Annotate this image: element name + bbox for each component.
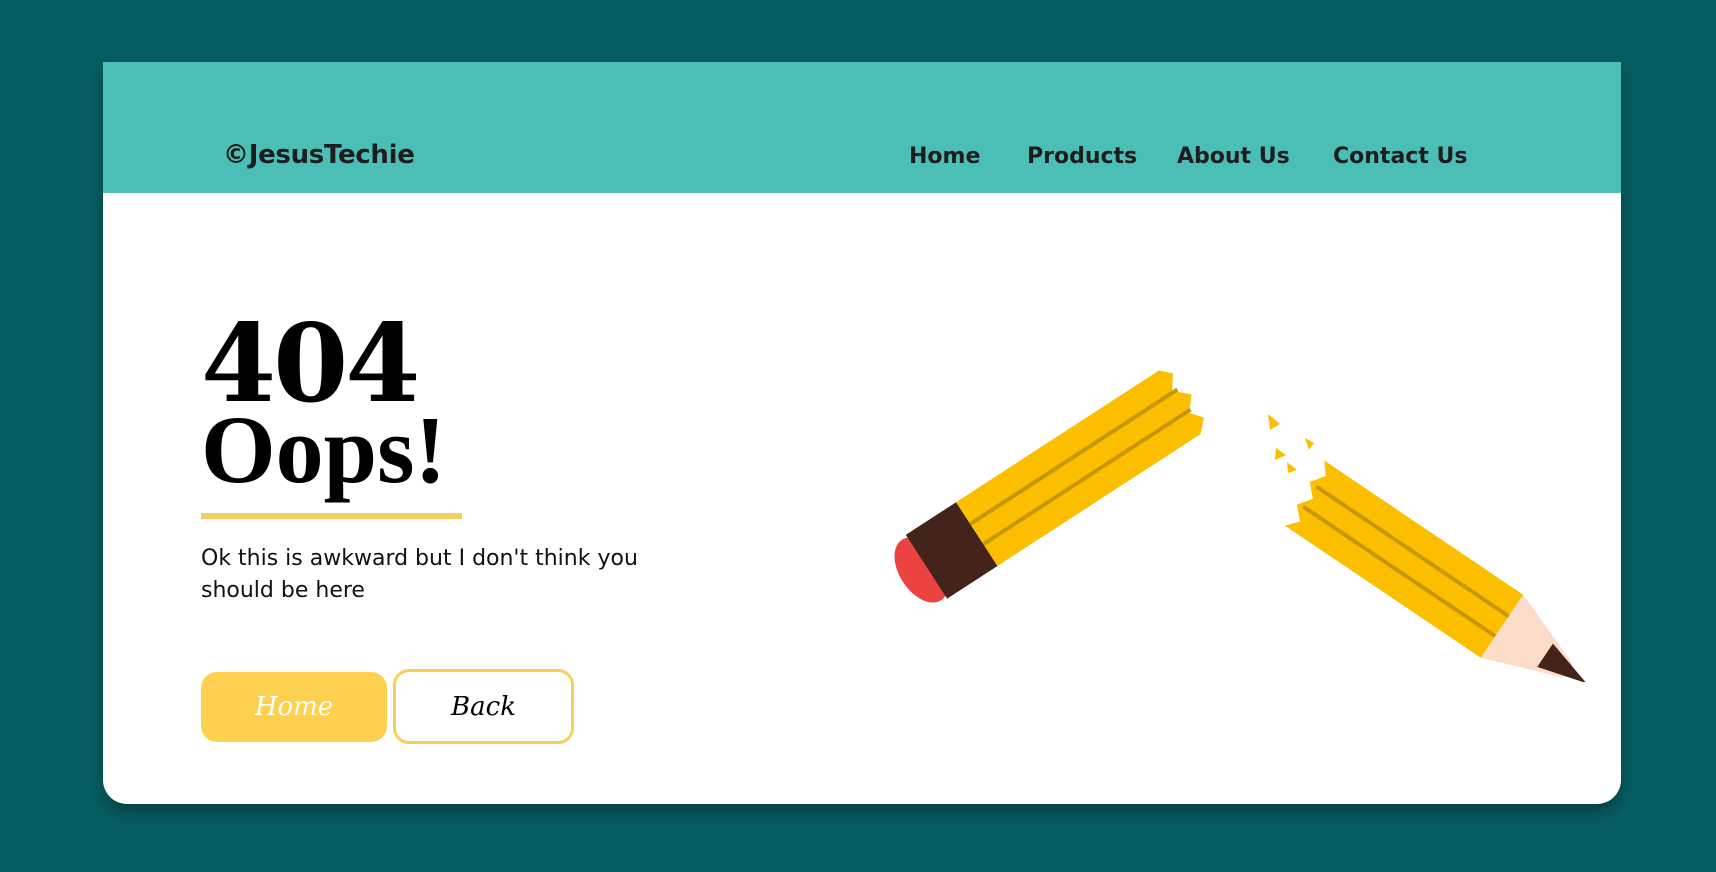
pencil-shards-icon	[1268, 414, 1314, 473]
nav-link-contact-us[interactable]: Contact Us	[1333, 144, 1467, 169]
nav-link-home[interactable]: Home	[909, 144, 980, 169]
error-card: ©JesusTechie Home Products About Us Cont…	[103, 62, 1621, 804]
back-button[interactable]: Back	[393, 669, 574, 744]
headline-underline	[201, 513, 462, 519]
pencil-right-half-icon	[1285, 460, 1587, 682]
nav-link-about-us[interactable]: About Us	[1177, 144, 1290, 169]
broken-pencil-icon	[894, 370, 1587, 682]
brand-logo[interactable]: ©JesusTechie	[223, 140, 415, 170]
pencil-left-half-icon	[894, 370, 1204, 603]
site-header: ©JesusTechie Home Products About Us Cont…	[103, 62, 1621, 193]
error-message: Ok this is awkward but I don't think you…	[201, 546, 638, 603]
error-headline: Oops!	[201, 396, 447, 503]
home-button[interactable]: Home	[201, 672, 387, 742]
nav-link-products[interactable]: Products	[1027, 144, 1137, 169]
